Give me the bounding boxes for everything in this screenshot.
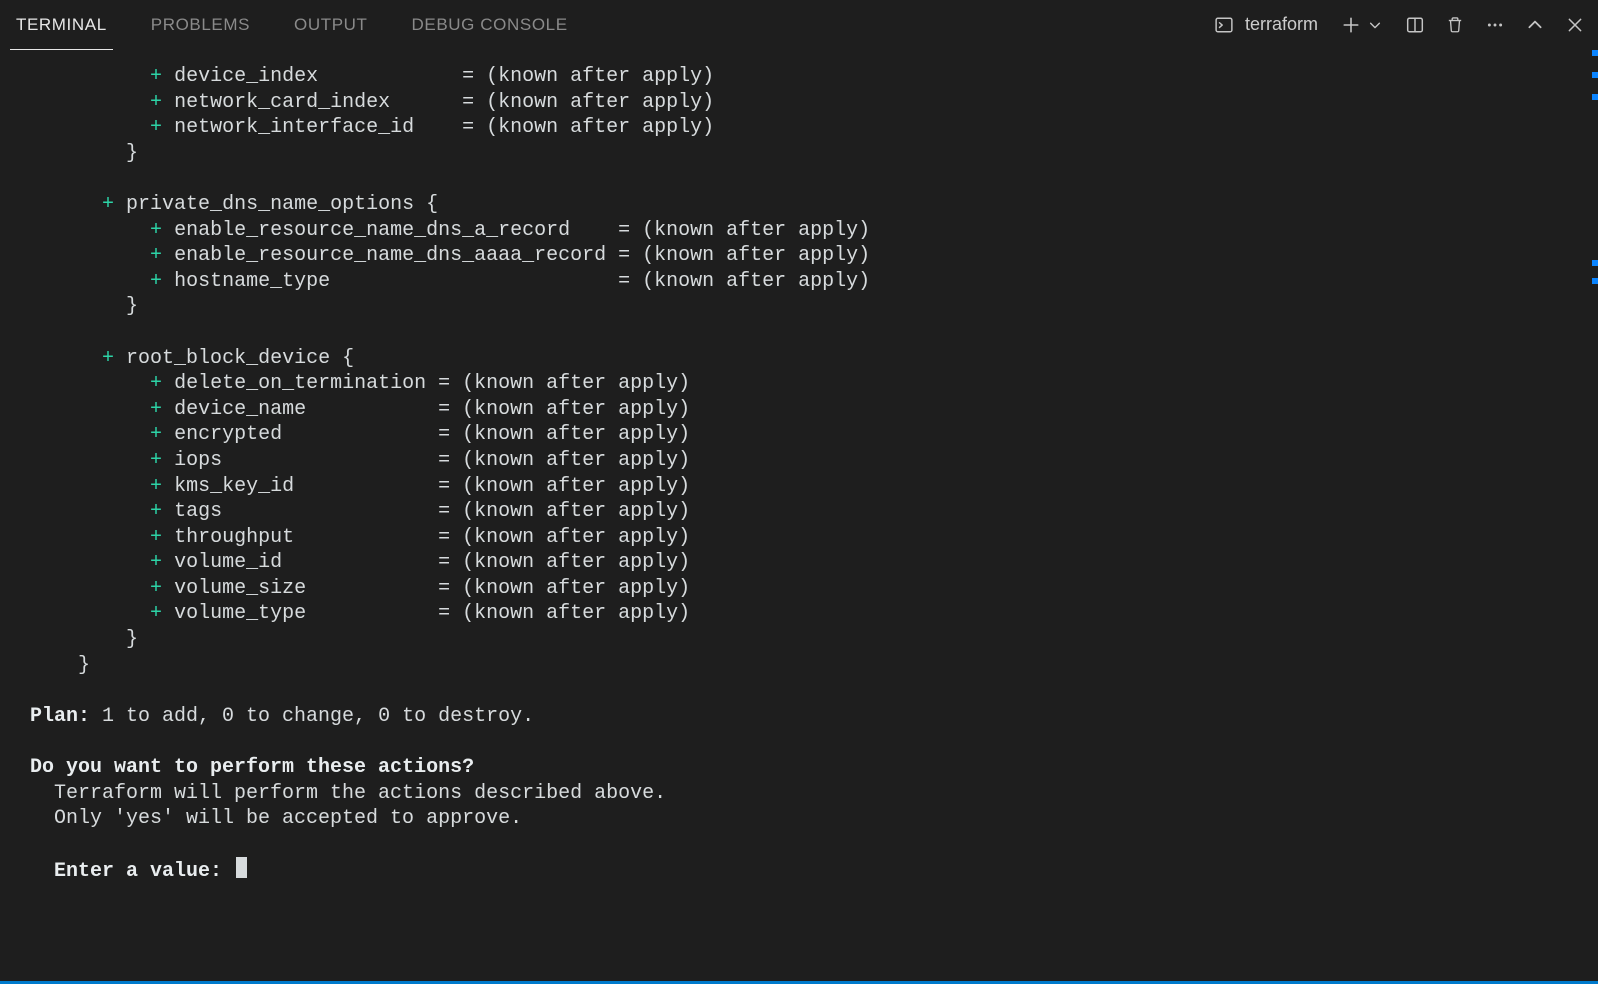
split-terminal-button[interactable] [1404, 14, 1426, 36]
new-terminal-dropdown[interactable] [1364, 14, 1386, 36]
panel-root: TERMINAL PROBLEMS OUTPUT DEBUG CONSOLE t… [0, 0, 1598, 984]
close-panel-button[interactable] [1564, 14, 1586, 36]
terminal-name: terraform [1245, 14, 1318, 35]
panel-tabbar: TERMINAL PROBLEMS OUTPUT DEBUG CONSOLE t… [0, 0, 1598, 50]
tab-debug-console[interactable]: DEBUG CONSOLE [412, 0, 568, 49]
terminal-output[interactable]: + device_index = (known after apply) + n… [0, 50, 1598, 981]
more-actions-button[interactable] [1484, 14, 1506, 36]
panel-actions: terraform [1213, 14, 1586, 36]
tab-output[interactable]: OUTPUT [294, 0, 367, 49]
new-terminal-button[interactable] [1340, 14, 1362, 36]
tab-terminal[interactable]: TERMINAL [16, 0, 107, 49]
terminal-icon [1213, 14, 1235, 36]
terminal-cursor [236, 857, 247, 878]
kill-terminal-button[interactable] [1444, 14, 1466, 36]
maximize-panel-button[interactable] [1524, 14, 1546, 36]
tab-problems[interactable]: PROBLEMS [151, 0, 250, 49]
terminal-selector[interactable]: terraform [1213, 14, 1318, 36]
panel-tabs: TERMINAL PROBLEMS OUTPUT DEBUG CONSOLE [16, 0, 568, 49]
